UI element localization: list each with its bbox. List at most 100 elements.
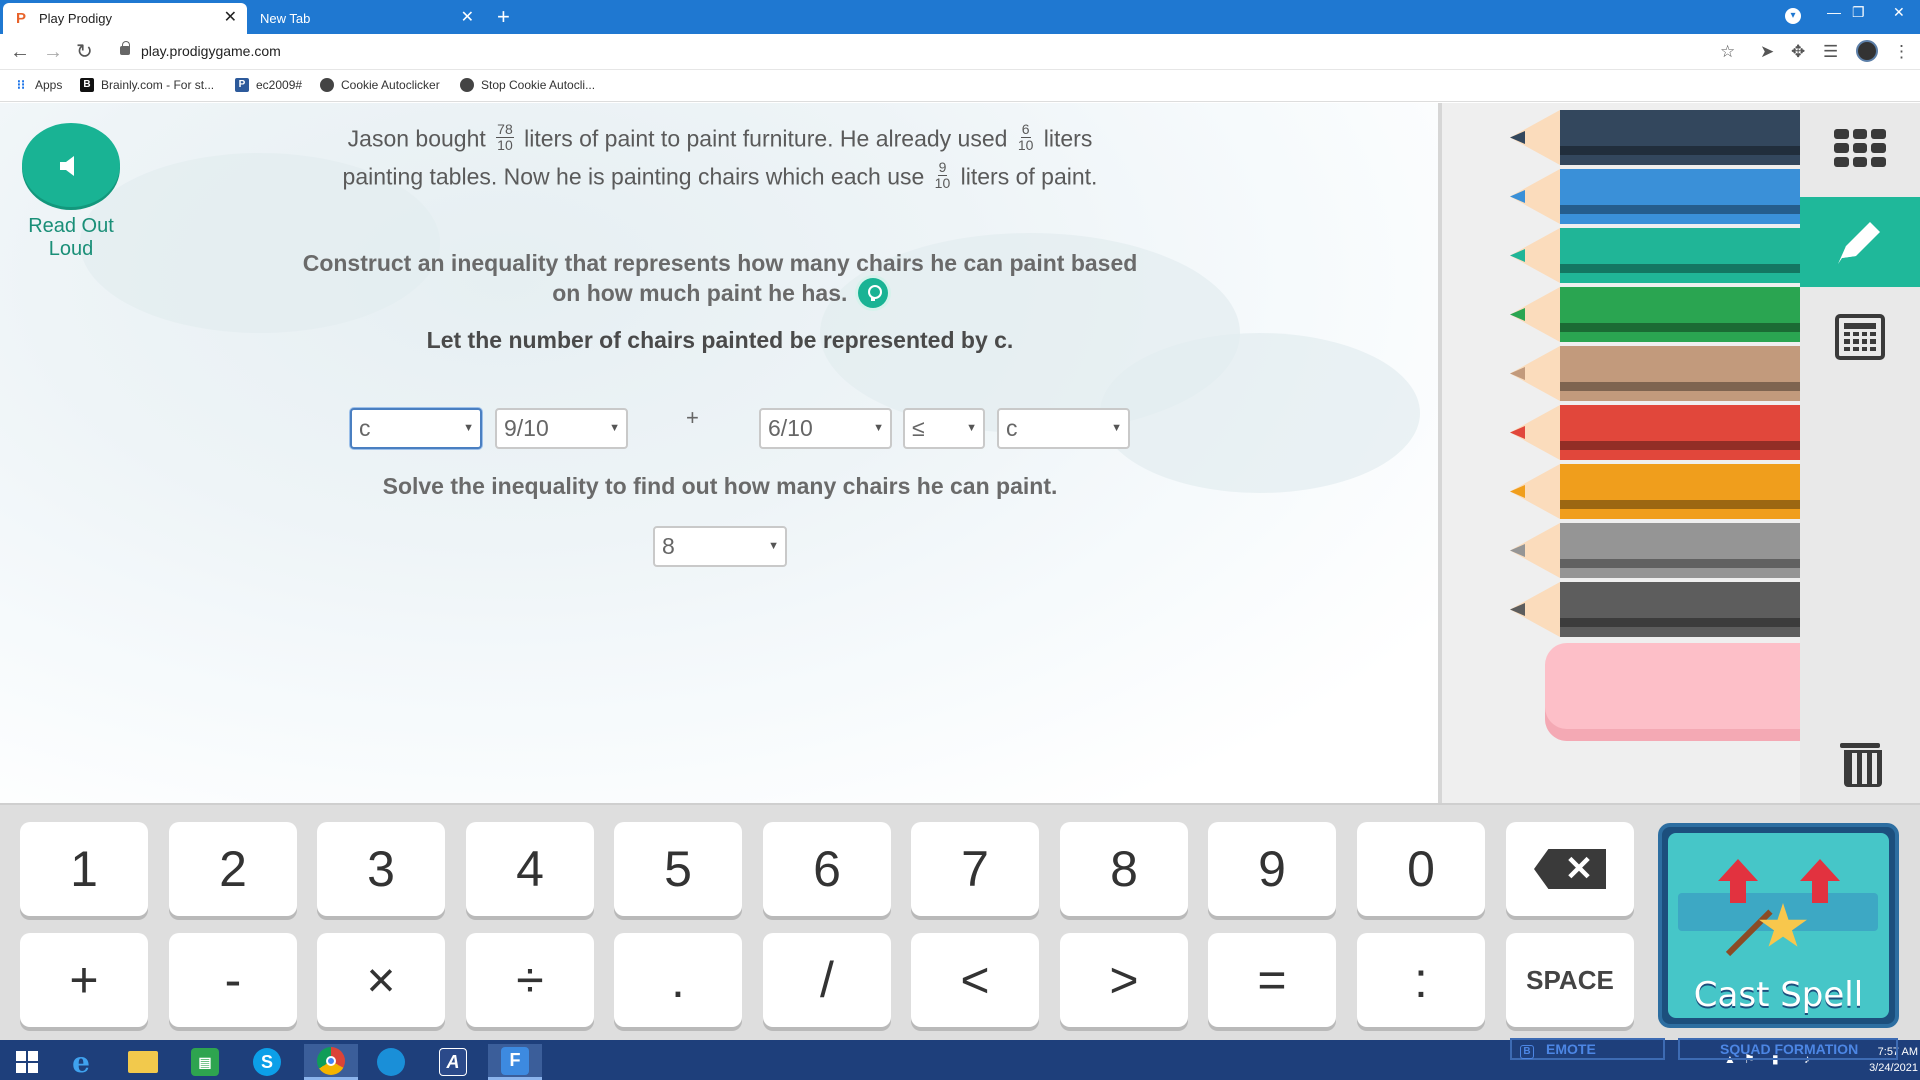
b-key-icon: B [1520, 1045, 1534, 1059]
keypad-tool-button[interactable] [1800, 103, 1920, 193]
new-tab-plus-icon[interactable]: + [497, 5, 510, 29]
key-row2-8[interactable]: = [1208, 933, 1336, 1027]
key-row1-4[interactable]: 5 [614, 822, 742, 916]
keypad-grid-icon [1834, 129, 1886, 167]
trash-button[interactable] [1800, 715, 1920, 805]
chrome-icon[interactable] [304, 1044, 358, 1080]
bookmark-brainly[interactable]: B Brainly.com - For st... [80, 78, 214, 92]
key-row2-3[interactable]: ÷ [466, 933, 594, 1027]
edge-icon[interactable] [366, 1044, 416, 1080]
bookmark-cookie-autoclicker[interactable]: Cookie Autoclicker [320, 78, 440, 92]
key-row2-2[interactable]: × [317, 933, 445, 1027]
extensions-puzzle-icon[interactable]: ✥ [1791, 42, 1805, 62]
bookmark-ec2009[interactable]: P ec2009# [235, 78, 302, 92]
inequality-dropdown-5[interactable]: c ▼ [997, 408, 1130, 449]
close-tab-icon[interactable]: ✕ [224, 10, 237, 26]
read-out-loud-label: Read Out Loud [28, 215, 114, 260]
inequality-dropdown-4[interactable]: ≤ ▼ [903, 408, 985, 449]
close-tab-icon[interactable]: ✕ [461, 10, 474, 26]
color-pencil[interactable] [1510, 405, 1800, 460]
key-row2-0[interactable]: + [20, 933, 148, 1027]
windows-start-icon[interactable] [2, 1044, 52, 1080]
key-row1-2[interactable]: 3 [317, 822, 445, 916]
bookmark-stop-cookie[interactable]: Stop Cookie Autocli... [460, 78, 595, 92]
cast-spell-button[interactable]: Cast Spell [1658, 823, 1899, 1028]
key-row2-5[interactable]: / [763, 933, 891, 1027]
key-row1-5[interactable]: 6 [763, 822, 891, 916]
key-row1-7[interactable]: 8 [1060, 822, 1188, 916]
file-explorer-icon[interactable] [118, 1044, 168, 1080]
restore-icon[interactable]: ❐ [1852, 4, 1865, 21]
emote-button[interactable]: B EMOTE [1510, 1038, 1665, 1060]
send-arrow-icon[interactable]: ➤ [1760, 42, 1774, 62]
address-bar[interactable]: play.prodigygame.com [141, 43, 281, 59]
pencil-icon [1838, 222, 1880, 264]
store-icon[interactable]: ▤ [180, 1044, 230, 1080]
close-window-icon[interactable]: ✕ [1893, 4, 1905, 21]
key-row1-6[interactable]: 7 [911, 822, 1039, 916]
back-arrow-icon[interactable]: ← [10, 40, 30, 64]
background-cloud [1100, 333, 1420, 493]
apps-grid-icon: ⁝⁝ [16, 77, 26, 92]
backspace-key[interactable]: ✕ [1506, 822, 1634, 916]
question-area: Read Out Loud Jason bought 78 10 liters o… [0, 103, 1438, 803]
calculator-tool-button[interactable] [1800, 292, 1920, 382]
tab-new-tab[interactable]: New Tab ✕ [250, 3, 484, 34]
read-out-loud-button[interactable] [22, 123, 120, 207]
reading-list-icon[interactable]: ☰ [1823, 42, 1838, 62]
color-pencil[interactable] [1510, 523, 1800, 578]
color-pencil[interactable] [1510, 110, 1800, 165]
key-row1-8[interactable]: 9 [1208, 822, 1336, 916]
profile-avatar-icon[interactable] [1856, 40, 1878, 62]
key-row2-1[interactable]: - [169, 933, 297, 1027]
more-menu-icon[interactable]: ⋮ [1893, 42, 1910, 62]
chevron-down-icon: ▼ [873, 422, 884, 434]
inequality-dropdown-1[interactable]: c ▼ [350, 408, 482, 449]
color-pencil[interactable] [1510, 169, 1800, 224]
instruction-text: Construct an inequality that represents … [302, 250, 1138, 308]
chevron-down-icon: ▼ [609, 422, 620, 434]
globe-icon [460, 78, 474, 92]
key-row1-9[interactable]: 0 [1357, 822, 1485, 916]
key-row1-1[interactable]: 2 [169, 822, 297, 916]
color-pencil[interactable] [1510, 346, 1800, 401]
eraser-tool[interactable] [1545, 643, 1800, 741]
key-row1-0[interactable]: 1 [20, 822, 148, 916]
skype-icon[interactable]: S [242, 1044, 292, 1080]
brainly-icon: B [80, 78, 94, 92]
bookmark-apps[interactable]: ⁝⁝ Apps [14, 77, 63, 93]
color-pencil[interactable] [1510, 464, 1800, 519]
key-row2-7[interactable]: > [1060, 933, 1188, 1027]
key-row1-3[interactable]: 4 [466, 822, 594, 916]
key-row2-6[interactable]: < [911, 933, 1039, 1027]
color-pencil[interactable] [1510, 582, 1800, 637]
pencil-tool-button[interactable] [1800, 197, 1920, 287]
color-pencil[interactable] [1510, 287, 1800, 342]
space-key[interactable]: SPACE [1506, 933, 1634, 1027]
tab-search-dropdown-icon[interactable]: ▾ [1785, 8, 1801, 24]
internet-explorer-icon[interactable]: e [56, 1044, 106, 1080]
hint-lightbulb-icon[interactable] [857, 277, 888, 308]
cast-spell-art: Cast Spell [1668, 833, 1889, 1018]
squad-formation-button[interactable]: SQUAD FORMATION [1678, 1038, 1898, 1060]
answer-dropdown[interactable]: 8 ▼ [653, 526, 787, 567]
calculator-icon [1835, 314, 1885, 360]
fraction: 78 10 [496, 121, 514, 153]
tab-play-prodigy[interactable]: P Play Prodigy ✕ [3, 3, 247, 34]
forward-arrow-icon[interactable]: → [43, 40, 63, 64]
bookmark-star-icon[interactable]: ☆ [1720, 42, 1735, 62]
inequality-dropdown-3[interactable]: 6/10 ▼ [759, 408, 892, 449]
key-row2-9[interactable]: : [1357, 933, 1485, 1027]
inequality-dropdown-2[interactable]: 9/10 ▼ [495, 408, 628, 449]
bookmarks-bar: ⁝⁝ Apps B Brainly.com - For st... P ec20… [0, 70, 1920, 102]
app-f-icon[interactable]: F [488, 1044, 542, 1080]
globe-icon [320, 78, 334, 92]
minimize-icon[interactable]: — [1827, 4, 1841, 20]
key-row2-4[interactable]: . [614, 933, 742, 1027]
app-a-icon[interactable]: A [428, 1044, 478, 1080]
backspace-icon: ✕ [1534, 849, 1606, 889]
prodigy-p-icon: P [235, 78, 249, 92]
reload-icon[interactable]: ↻ [76, 40, 93, 64]
color-pencil[interactable] [1510, 228, 1800, 283]
lock-icon [120, 41, 130, 55]
